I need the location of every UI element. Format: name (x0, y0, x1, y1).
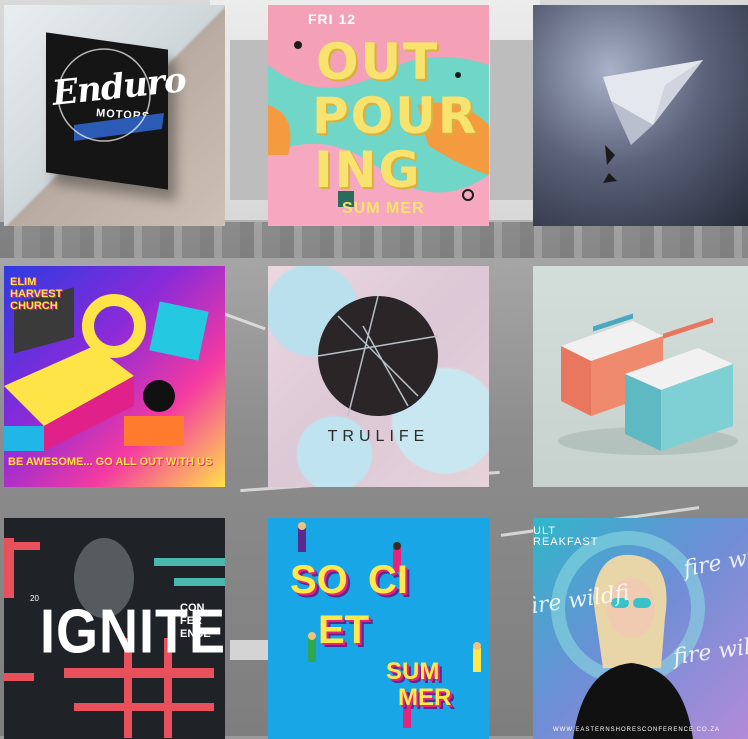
society-word-1: SO (290, 558, 348, 602)
portfolio-tile-go-all-out[interactable]: ELIM HARVEST CHURCH BE AWESOME... GO ALL… (4, 266, 225, 487)
outpouring-line-3: ING (314, 141, 422, 199)
trulife-logo-icon (317, 295, 439, 417)
portfolio-tile-business-cards[interactable] (533, 266, 748, 487)
sign-ribbon-icon (57, 48, 164, 142)
portfolio-tile-wildfire[interactable]: ULT REAKFAST fire wildfi fire wildfi fir… (533, 518, 748, 739)
outpouring-summer: SUM MER (342, 200, 425, 217)
outpouring-line-2: POUR (312, 87, 479, 145)
portfolio-tile-society-summer[interactable]: SO CI ET SUM MER (268, 518, 489, 739)
outpouring-date: FRI 12 (308, 11, 357, 27)
wildfire-event-label: ULT REAKFAST (533, 525, 599, 548)
portfolio-tile-enduro-motors[interactable]: Enduro MOTORS (4, 5, 225, 226)
society-word-5: MER (398, 684, 452, 711)
trulife-wordmark: TRULIFE (327, 428, 430, 445)
society-word-3: ET (318, 608, 370, 652)
portfolio-tile-trulife[interactable]: TRULIFE (268, 266, 489, 487)
people-figures-icon (298, 522, 481, 728)
portfolio-tile-outpouring[interactable]: FRI 12 OUT POUR ING SUM MER (268, 5, 489, 226)
outpouring-line-1: OUT (316, 33, 440, 91)
society-word-4: SUM (386, 658, 440, 685)
wildfire-url: WWW.EASTERNSHORESCONFERENCE.CO.ZA (553, 727, 721, 733)
portfolio-tile-paper-plane[interactable] (533, 5, 748, 226)
treeline (0, 222, 748, 258)
society-word-2: CI (368, 558, 408, 602)
paper-plane-icon (603, 60, 703, 183)
ignite-conference-label: CON FER ENCE (180, 602, 211, 640)
card-stacks-icon (558, 313, 738, 455)
church-header: ELIM HARVEST CHURCH (10, 276, 63, 312)
ignite-year: 20 (30, 594, 39, 603)
go-all-out-tagline: BE AWESOME... GO ALL OUT WITH US (8, 456, 213, 468)
portfolio-tile-ignite-conference[interactable]: 20 IGNITE CON FER ENCE (4, 518, 225, 739)
